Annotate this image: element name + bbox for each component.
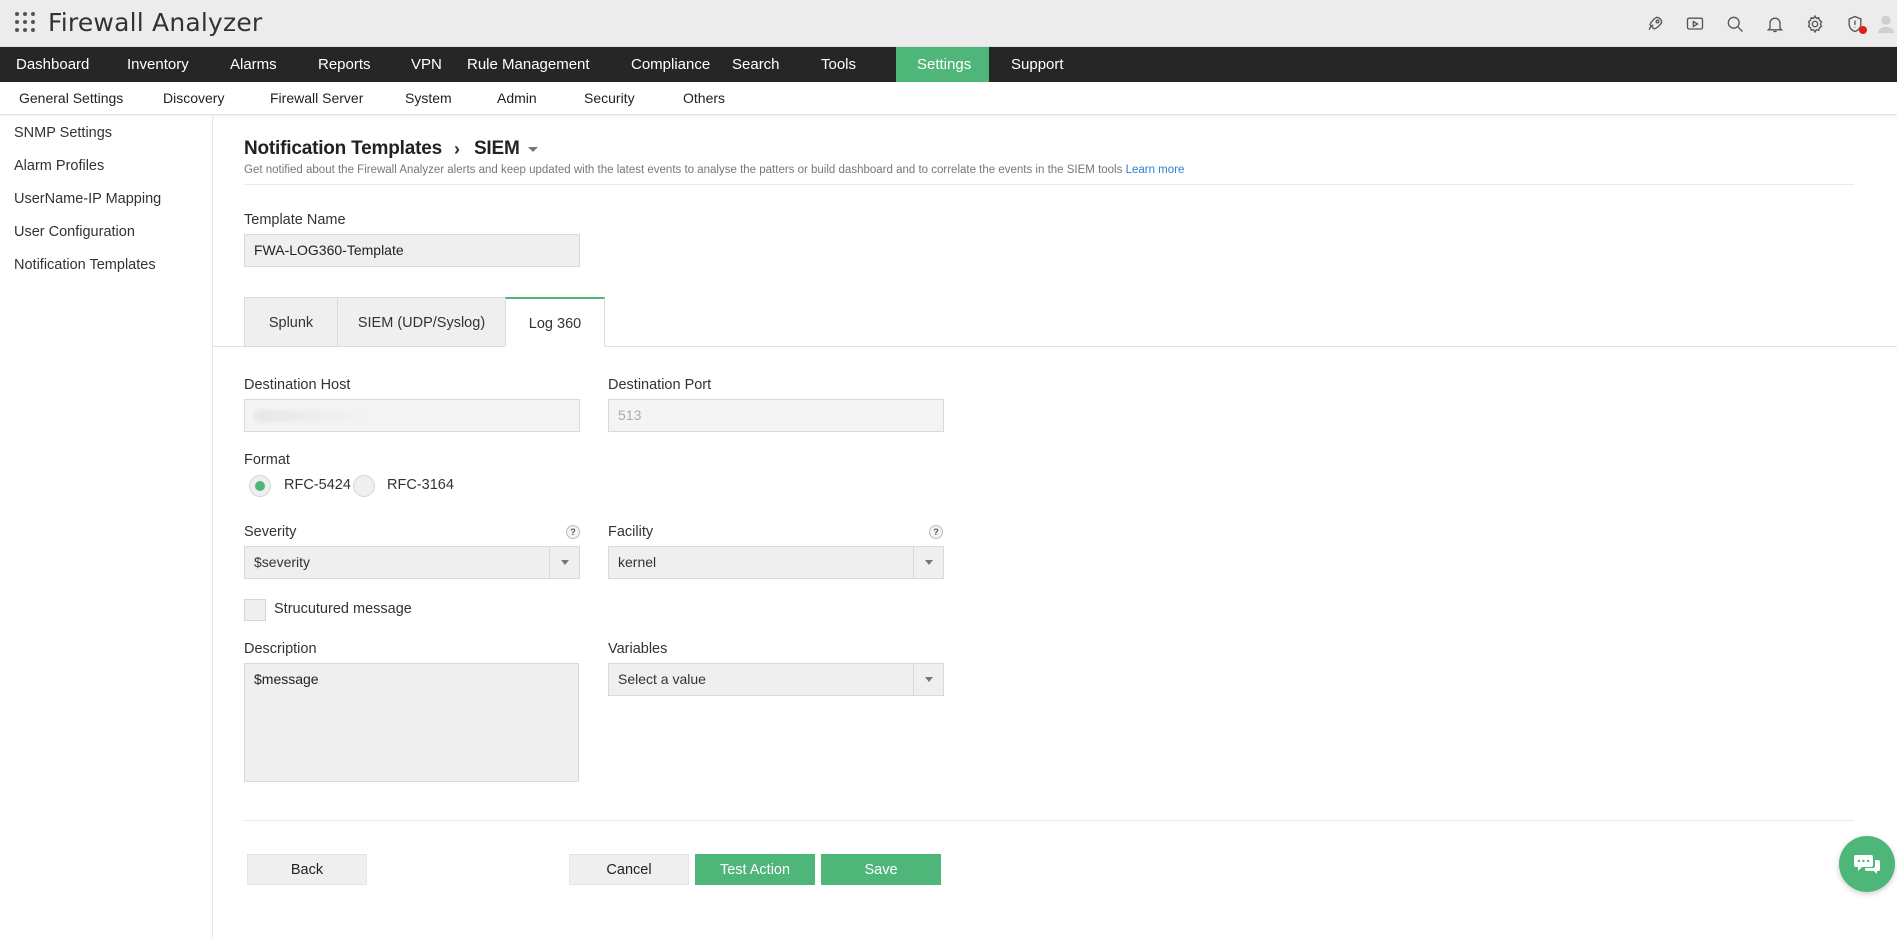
nav-alarms[interactable]: Alarms [214,47,302,82]
shield-alert-icon[interactable] [1835,0,1875,47]
nav-support[interactable]: Support [989,47,1089,82]
radio-rfc-3164[interactable] [353,475,375,497]
divider [244,820,1854,821]
sidebar-item-snmp-settings[interactable]: SNMP Settings [14,125,112,141]
severity-select[interactable]: $severity [244,546,580,579]
template-type-dropdown[interactable]: SIEM [474,138,520,160]
app-title: Firewall Analyzer [48,8,263,37]
subnav-admin[interactable]: Admin [497,82,537,114]
app-grid-icon[interactable] [14,11,36,33]
tab-splunk[interactable]: Splunk [244,297,338,347]
chevron-down-icon[interactable] [549,547,579,578]
severity-value: $severity [254,554,311,570]
nav-compliance[interactable]: Compliance [615,47,716,82]
destination-port-label: Destination Port [608,377,712,393]
template-name-input[interactable]: FWA-LOG360-Template [244,234,580,267]
facility-label: Facility [608,524,654,540]
nav-settings[interactable]: Settings [896,47,989,82]
subnav-firewall-server[interactable]: Firewall Server [270,82,363,114]
destination-host-label: Destination Host [244,377,351,393]
chevron-right-icon: › [453,138,460,159]
chevron-down-icon[interactable] [913,664,943,695]
video-icon[interactable] [1675,0,1715,47]
template-name-label: Template Name [244,212,346,228]
caret-down-icon[interactable] [527,146,538,152]
chevron-down-icon[interactable] [913,547,943,578]
severity-help-icon[interactable]: ? [566,525,580,539]
severity-label: Severity [244,524,297,540]
main-nav: Dashboard Inventory Alarms Reports VPN R… [0,47,1897,82]
variables-placeholder: Select a value [618,671,706,687]
sidebar-item-alarm-profiles[interactable]: Alarm Profiles [14,158,104,174]
breadcrumb: Notification Templates › SIEM [244,137,538,161]
search-icon[interactable] [1715,0,1755,47]
redacted-host-value [254,410,414,422]
structured-message-label: Strucutured message [274,601,412,617]
page-description: Get notified about the Firewall Analyzer… [244,164,1184,176]
subnav-system[interactable]: System [405,82,452,114]
subnav-general-settings[interactable]: General Settings [19,82,123,114]
sidebar-item-username-ip-mapping[interactable]: UserName-IP Mapping [14,191,161,207]
chat-icon [1854,855,1880,874]
sidebar-item-notification-templates[interactable]: Notification Templates [14,257,156,273]
save-button[interactable]: Save [821,854,941,885]
nav-rule-management[interactable]: Rule Management [451,47,615,82]
variables-select[interactable]: Select a value [608,663,944,696]
subnav-discovery[interactable]: Discovery [163,82,224,114]
back-button[interactable]: Back [247,854,367,885]
radio-rfc-3164-label: RFC-3164 [387,477,454,493]
facility-select[interactable]: kernel [608,546,944,579]
description-textarea[interactable]: $message [244,663,579,782]
structured-message-checkbox[interactable] [244,599,266,621]
variables-label: Variables [608,641,668,657]
destination-port-input[interactable]: 513 [608,399,944,432]
nav-reports[interactable]: Reports [302,47,395,82]
sub-nav: General Settings Discovery Firewall Serv… [0,82,1897,115]
cancel-button[interactable]: Cancel [569,854,689,885]
top-bar: Firewall Analyzer [0,0,1897,47]
radio-rfc-5424[interactable] [249,475,271,497]
chat-button[interactable] [1839,836,1895,892]
learn-more-link[interactable]: Learn more [1126,164,1185,176]
nav-inventory[interactable]: Inventory [111,47,214,82]
nav-dashboard[interactable]: Dashboard [0,47,111,82]
description-label: Description [244,641,317,657]
radio-rfc-5424-label: RFC-5424 [284,477,351,493]
subnav-others[interactable]: Others [683,82,725,114]
tab-siem-udp-syslog[interactable]: SIEM (UDP/Syslog) [337,297,506,347]
sidebar-item-user-configuration[interactable]: User Configuration [14,224,135,240]
alert-badge [1859,26,1867,34]
user-avatar-icon[interactable] [1875,0,1897,47]
description-text: Get notified about the Firewall Analyzer… [244,164,1123,176]
facility-value: kernel [618,554,657,570]
nav-tools[interactable]: Tools [805,47,896,82]
tab-log-360[interactable]: Log 360 [505,297,605,347]
top-icons [1635,0,1897,47]
format-label: Format [244,452,290,468]
bell-icon[interactable] [1755,0,1795,47]
gear-icon[interactable] [1795,0,1835,47]
page-title: Notification Templates [244,138,442,159]
test-action-button[interactable]: Test Action [695,854,815,885]
nav-vpn[interactable]: VPN [395,47,451,82]
nav-search[interactable]: Search [716,47,805,82]
destination-host-input[interactable] [244,399,580,432]
facility-help-icon[interactable]: ? [929,525,943,539]
subnav-security[interactable]: Security [584,82,635,114]
rocket-icon[interactable] [1635,0,1675,47]
divider [244,184,1854,185]
sidebar: SNMP Settings Alarm Profiles UserName-IP… [0,116,213,939]
